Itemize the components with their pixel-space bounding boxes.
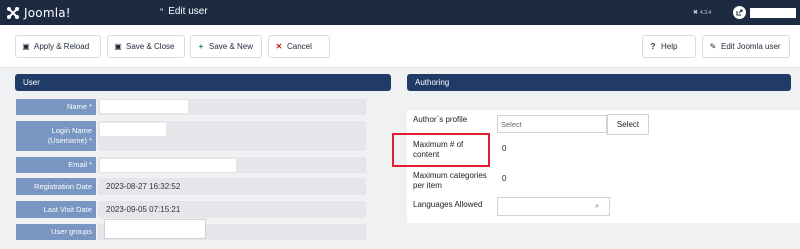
version-text: 4.3.4 [700,9,712,16]
edit-icon: ✎ [709,42,717,51]
top-bar: Joomla! " Edit user ✖ 4.3.4 [0,0,800,25]
authoring-panel-title: Authoring [415,78,450,87]
highlight-box [392,133,490,167]
version-badge: ✖ 4.3.4 [693,9,712,17]
edit-joomla-user-label: Edit Joomla user [721,42,781,51]
authors-profile-label: Author`s profile [413,115,468,124]
apply-reload-button[interactable]: ▣ Apply & Reload [15,35,101,58]
joomla-logo[interactable]: Joomla! [6,4,71,21]
email-label: Email * [16,157,96,173]
logo-text: Joomla! [24,5,71,20]
name-input[interactable] [100,100,188,113]
toolbar: ▣ Apply & Reload ▣ Save & Close + Save &… [0,25,800,68]
authors-profile-select-button[interactable]: Select [607,114,649,135]
user-panel-header: User [15,74,391,91]
authors-profile-input[interactable]: Select [497,115,607,133]
name-label: Name * [16,99,96,115]
user-panel-title: User [23,78,40,87]
login-input[interactable] [100,123,166,136]
email-input[interactable] [100,159,236,172]
max-content-value[interactable]: 0 [502,144,506,153]
cancel-button[interactable]: ✕ Cancel [268,35,330,58]
joomla-small-icon: ✖ [693,10,699,16]
save-new-label: Save & New [209,42,254,51]
help-button[interactable]: ? Help [642,35,696,58]
max-categories-label: Maximum categories per item [413,171,487,190]
plus-icon: + [198,42,204,51]
cancel-label: Cancel [287,42,312,51]
joomla-logo-icon [7,6,19,19]
registration-label: Registration Date [16,178,96,195]
apply-reload-label: Apply & Reload [34,42,90,51]
languages-allowed-label: Languages Allowed [413,200,483,209]
help-icon: ? [650,42,656,51]
page-title: " Edit user [160,6,208,17]
help-label: Help [661,42,678,51]
close-icon: ✕ [275,42,283,51]
last-visit-value: 2023-09-05 07:15:21 [106,205,181,214]
page-title-text: Edit user [168,6,208,17]
edit-joomla-user-button[interactable]: ✎ Edit Joomla user [702,35,790,58]
user-groups-label: User groups [16,224,96,240]
search-icon: ⌕ [595,202,599,210]
authoring-panel-header: Authoring [407,74,791,91]
login-label: Login Name (Usemame) * [16,121,96,151]
max-categories-value[interactable]: 0 [502,174,506,183]
save-close-button[interactable]: ▣ Save & Close [107,35,185,58]
user-icon: " [160,6,164,17]
languages-allowed-input[interactable]: ⌕ [497,197,610,216]
save-new-button[interactable]: + Save & New [190,35,262,58]
external-link-icon[interactable] [733,6,746,19]
user-groups-input[interactable] [104,219,206,239]
save-icon: ▣ [114,42,122,51]
save-icon: ▣ [22,42,30,51]
user-menu[interactable] [750,8,796,18]
last-visit-label: Last Visit Date [16,201,96,218]
save-close-label: Save & Close [126,42,175,51]
registration-value: 2023-08-27 16:32:52 [106,182,181,191]
